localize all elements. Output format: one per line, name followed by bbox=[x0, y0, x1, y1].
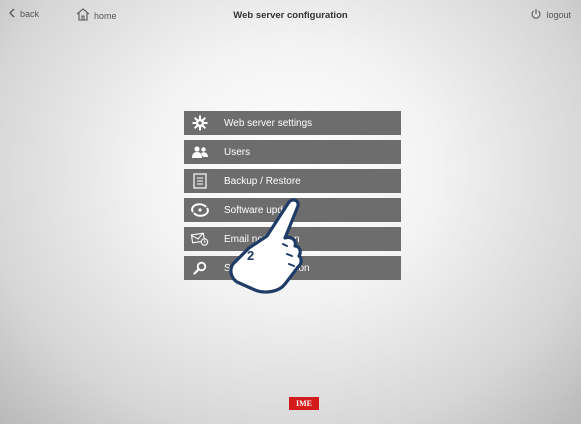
top-bar: back home Web server configuration logou… bbox=[0, 0, 581, 34]
step-number-badge: 2 bbox=[247, 248, 255, 263]
ime-logo: IME bbox=[289, 397, 319, 410]
power-icon bbox=[530, 8, 542, 22]
menu-item-label: Users bbox=[224, 146, 251, 158]
email-icon bbox=[184, 232, 216, 246]
menu-item-label: Web server settings bbox=[224, 117, 313, 129]
page-title: Web server configuration bbox=[233, 10, 348, 21]
update-icon bbox=[184, 203, 216, 217]
search-icon bbox=[184, 261, 216, 275]
menu-item-web-server-settings[interactable]: Web server settings bbox=[184, 111, 401, 135]
gear-icon bbox=[184, 115, 216, 131]
logout-label: logout bbox=[546, 10, 571, 20]
backup-icon bbox=[184, 173, 216, 189]
menu-item-backup-restore[interactable]: Backup / Restore bbox=[184, 169, 401, 193]
tap-hand-callout: 2 bbox=[225, 196, 315, 301]
menu-item-users[interactable]: Users bbox=[184, 140, 401, 164]
logout-button[interactable]: logout bbox=[530, 8, 571, 22]
users-icon bbox=[184, 146, 216, 158]
menu-item-label: Backup / Restore bbox=[224, 175, 301, 187]
